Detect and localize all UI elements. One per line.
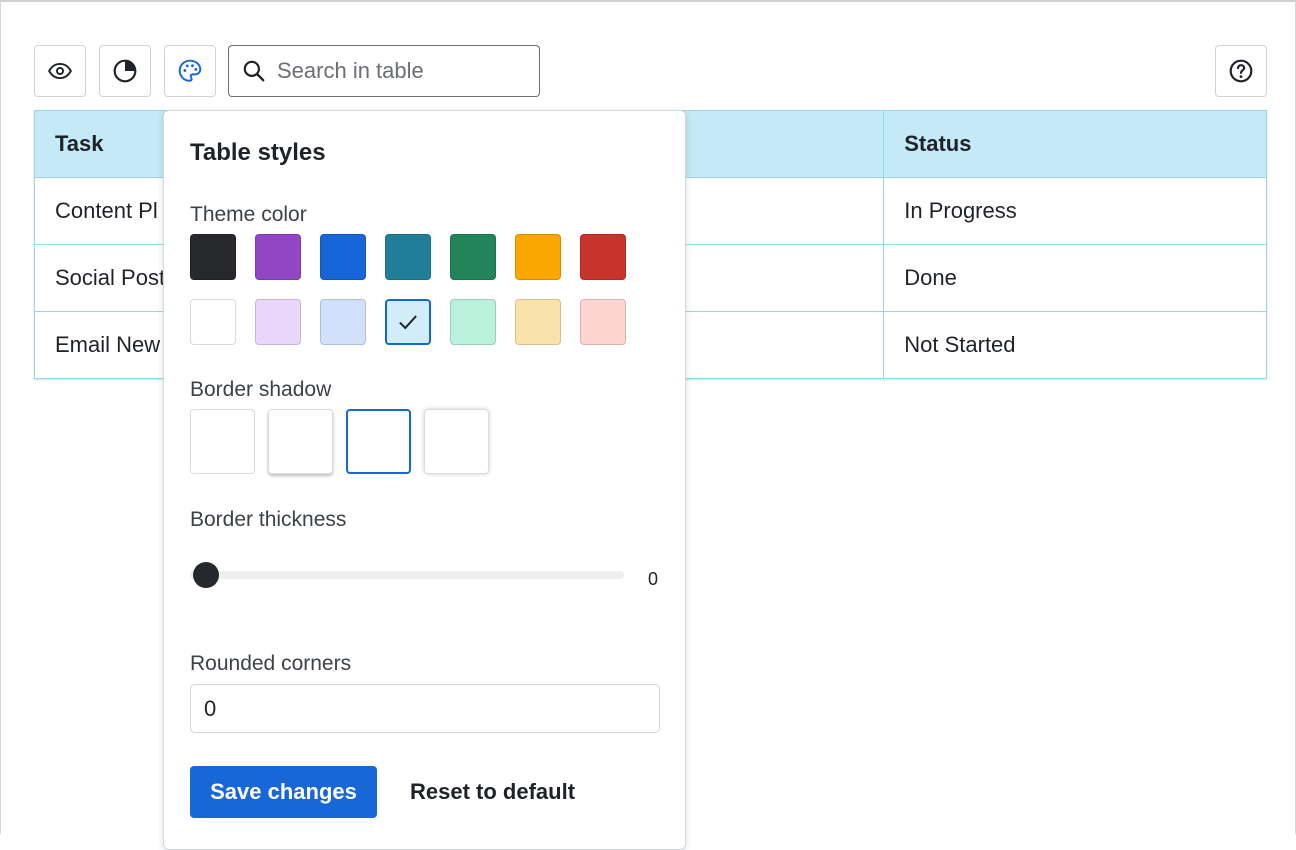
theme-color-swatch[interactable]	[385, 234, 431, 280]
popover-title: Table styles	[190, 139, 326, 166]
rounded-corners-label: Rounded corners	[190, 652, 352, 675]
border-thickness-value: 0	[648, 569, 659, 589]
theme-color-swatch[interactable]	[190, 299, 236, 345]
save-changes-button[interactable]: Save changes	[190, 766, 377, 818]
search-icon	[243, 60, 265, 82]
border-thickness-label: Border thickness	[190, 508, 347, 531]
theme-color-swatch[interactable]	[580, 234, 626, 280]
rounded-corners-input[interactable]	[190, 684, 660, 733]
theme-color-swatch[interactable]	[450, 299, 496, 345]
table-cell-status[interactable]: Done	[883, 244, 1267, 312]
theme-color-swatch[interactable]	[320, 299, 366, 345]
theme-color-swatch[interactable]	[385, 299, 431, 345]
theme-color-swatch[interactable]	[580, 299, 626, 345]
border-shadow-all[interactable]	[424, 409, 489, 474]
checkmark-icon	[399, 315, 417, 330]
theme-color-label: Theme color	[190, 203, 307, 226]
search-field[interactable]	[228, 45, 540, 97]
theme-color-swatch[interactable]	[320, 234, 366, 280]
border-shadow-none[interactable]	[190, 409, 255, 474]
border-shadow-outline[interactable]	[346, 409, 411, 474]
theme-color-swatch[interactable]	[255, 234, 301, 280]
theme-color-swatch[interactable]	[515, 299, 561, 345]
eye-icon	[48, 62, 72, 80]
table-styles-button[interactable]	[164, 45, 216, 97]
table-cell-status[interactable]: Not Started	[883, 311, 1267, 379]
table-styles-popover: Table styles Theme color Border shadow B…	[163, 110, 686, 850]
border-shadow-label: Border shadow	[190, 378, 332, 401]
theme-color-swatch[interactable]	[450, 234, 496, 280]
help-icon	[1229, 59, 1253, 83]
chart-pie-icon	[113, 59, 137, 83]
chart-button[interactable]	[99, 45, 151, 97]
search-input[interactable]	[275, 57, 525, 85]
theme-color-swatch[interactable]	[515, 234, 561, 280]
palette-icon	[178, 59, 202, 82]
theme-color-swatch[interactable]	[190, 234, 236, 280]
visibility-button[interactable]	[34, 45, 86, 97]
help-button[interactable]	[1215, 45, 1267, 97]
reset-to-default-button[interactable]: Reset to default	[394, 766, 591, 818]
border-thickness-slider-track[interactable]	[190, 571, 624, 579]
border-thickness-slider-thumb[interactable]	[193, 562, 219, 588]
theme-color-swatch[interactable]	[255, 299, 301, 345]
table-cell-status[interactable]: In Progress	[883, 177, 1267, 245]
border-shadow-bottom[interactable]	[268, 409, 333, 474]
column-header-status[interactable]: Status	[883, 110, 1267, 178]
